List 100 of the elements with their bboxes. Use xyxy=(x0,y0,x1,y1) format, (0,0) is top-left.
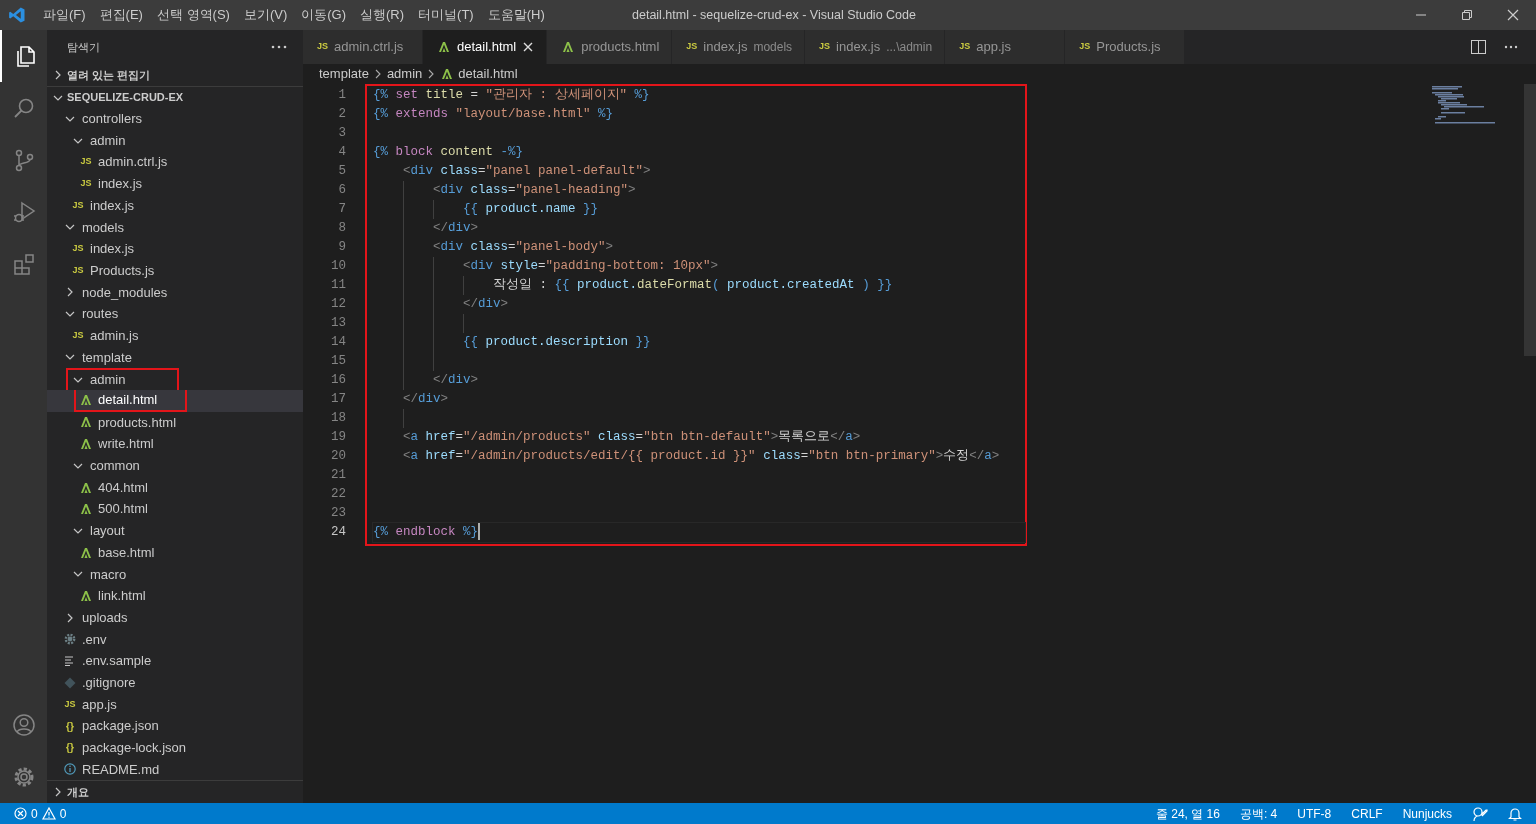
line-number: 22 xyxy=(330,486,346,503)
editor-tab[interactable]: detail.html xyxy=(423,30,548,64)
breadcrumb-item[interactable]: template xyxy=(319,64,369,84)
tree-item[interactable]: write.html xyxy=(47,433,303,455)
diamond-icon xyxy=(64,676,76,689)
tree-item[interactable]: {} package-lock.json xyxy=(47,736,303,759)
restore-icon xyxy=(1461,9,1473,21)
line-number: 1 xyxy=(337,87,346,104)
run-debug-icon[interactable] xyxy=(11,200,36,224)
menu-item[interactable]: 선택 영역(S) xyxy=(149,5,237,25)
tree-item[interactable]: JS index.js xyxy=(47,173,303,195)
menu-item[interactable]: 터미널(T) xyxy=(411,5,481,25)
tree-item[interactable]: layout xyxy=(47,520,303,542)
nunjucks-icon xyxy=(440,67,455,81)
editor-tab[interactable]: JS app.js xyxy=(945,30,1066,64)
tree-item[interactable]: admin xyxy=(47,129,303,152)
tree-item[interactable]: README.md xyxy=(47,758,303,780)
breadcrumb-item[interactable]: admin xyxy=(386,64,423,84)
tree-item[interactable]: .env.sample xyxy=(47,650,303,672)
editor-tab[interactable]: JS index.js models xyxy=(672,30,806,64)
tree-item[interactable]: .env xyxy=(47,628,303,651)
line-number: 12 xyxy=(330,296,346,313)
menu-item[interactable]: 파일(F) xyxy=(36,5,93,25)
status-item[interactable]: UTF-8 xyxy=(1297,804,1332,823)
extensions-icon[interactable] xyxy=(11,252,36,276)
tree-item[interactable]: detail.html xyxy=(47,389,303,412)
js-file-icon: JS xyxy=(64,697,76,712)
tree-item[interactable]: base.html xyxy=(47,541,303,564)
tree-item[interactable]: JS admin.ctrl.js xyxy=(47,151,303,174)
warning-icon[interactable] xyxy=(41,807,56,820)
section-header[interactable]: 열려 있는 편집기 xyxy=(67,66,151,84)
tree-item[interactable]: uploads xyxy=(47,606,303,629)
tree-item[interactable]: JS index.js xyxy=(47,238,303,260)
menu-item[interactable]: 편집(E) xyxy=(92,5,150,25)
breadcrumb-item[interactable]: detail.html xyxy=(458,64,518,84)
more-icon[interactable] xyxy=(271,45,287,49)
project-folder-header[interactable]: SEQUELIZE-CRUD-EX xyxy=(67,89,184,106)
js-file-icon: JS xyxy=(819,40,831,54)
line-number: 18 xyxy=(330,410,346,427)
tree-item[interactable]: JS index.js xyxy=(47,194,303,217)
line-number: 5 xyxy=(337,163,346,180)
split-editor-icon[interactable] xyxy=(1471,40,1486,54)
status-item[interactable]: Nunjucks xyxy=(1402,804,1452,823)
code-line: {% endblock %} xyxy=(373,525,479,539)
line-number: 7 xyxy=(337,201,346,218)
nunjucks-icon xyxy=(79,502,93,517)
tree-item[interactable]: node_modules xyxy=(47,281,303,304)
nunjucks-icon xyxy=(79,480,93,495)
close-icon[interactable] xyxy=(522,41,535,53)
line-number: 21 xyxy=(330,467,346,484)
status-item[interactable]: 공백: 4 xyxy=(1239,804,1278,823)
code-line: </div> xyxy=(462,297,509,311)
line-number: 3 xyxy=(337,125,346,142)
account-icon[interactable] xyxy=(11,713,36,737)
tree-item[interactable]: .gitignore xyxy=(47,671,303,694)
feedback-icon[interactable] xyxy=(1472,805,1488,822)
error-icon[interactable] xyxy=(14,807,27,820)
js-file-icon: JS xyxy=(1079,40,1091,54)
status-item[interactable]: CRLF xyxy=(1351,804,1383,823)
editor-tab[interactable]: JS Products.js xyxy=(1065,30,1186,64)
section-header[interactable]: 개요 xyxy=(67,783,89,801)
more-icon[interactable] xyxy=(1504,45,1518,49)
line-number: 20 xyxy=(330,448,346,465)
tree-item[interactable]: JS Products.js xyxy=(47,259,303,282)
js-file-icon: JS xyxy=(72,242,84,256)
nunjucks-icon xyxy=(561,40,576,54)
explorer-title: 탐색기 xyxy=(67,39,100,55)
tree-item[interactable]: link.html xyxy=(47,585,303,607)
tree-item[interactable]: routes xyxy=(47,303,303,325)
editor-tab[interactable]: JS admin.ctrl.js xyxy=(303,30,423,64)
tree-item[interactable]: controllers xyxy=(47,108,303,130)
editor-tab[interactable]: JS index.js ...\admin xyxy=(805,30,946,64)
tree-item[interactable]: template xyxy=(47,346,303,369)
nunjucks-icon xyxy=(79,588,93,603)
menu-item[interactable]: 도움말(H) xyxy=(480,5,552,25)
editor-tab[interactable]: products.html xyxy=(547,30,673,64)
menu-item[interactable]: 이동(G) xyxy=(294,5,354,25)
tree-item[interactable]: common xyxy=(47,455,303,477)
tree-item[interactable]: models xyxy=(47,216,303,239)
tree-item[interactable]: JS admin.js xyxy=(47,324,303,347)
status-item[interactable]: 줄 24, 열 16 xyxy=(1155,804,1220,823)
menu-item[interactable]: 보기(V) xyxy=(236,5,295,25)
js-file-icon: JS xyxy=(80,155,92,169)
line-number: 6 xyxy=(337,182,346,199)
menu-item[interactable]: 실행(R) xyxy=(353,5,412,25)
tree-item[interactable]: JS app.js xyxy=(47,693,303,716)
tree-item[interactable]: macro xyxy=(47,563,303,586)
nunjucks-icon xyxy=(437,40,451,54)
js-file-icon: JS xyxy=(72,263,84,278)
warning-count[interactable]: 0 xyxy=(59,804,67,823)
code-line: {{ product.description }} xyxy=(462,335,651,349)
tree-item[interactable]: 404.html xyxy=(47,476,303,499)
error-count[interactable]: 0 xyxy=(31,804,38,823)
tree-item[interactable]: products.html xyxy=(47,411,303,434)
bell-icon[interactable] xyxy=(1508,805,1522,822)
tree-item[interactable]: {} package.json xyxy=(47,715,303,737)
tree-item[interactable]: 500.html xyxy=(47,498,303,521)
code-line: {% block content -%} xyxy=(373,145,524,159)
vscode-logo-icon xyxy=(8,6,26,24)
js-file-icon: JS xyxy=(959,40,971,54)
